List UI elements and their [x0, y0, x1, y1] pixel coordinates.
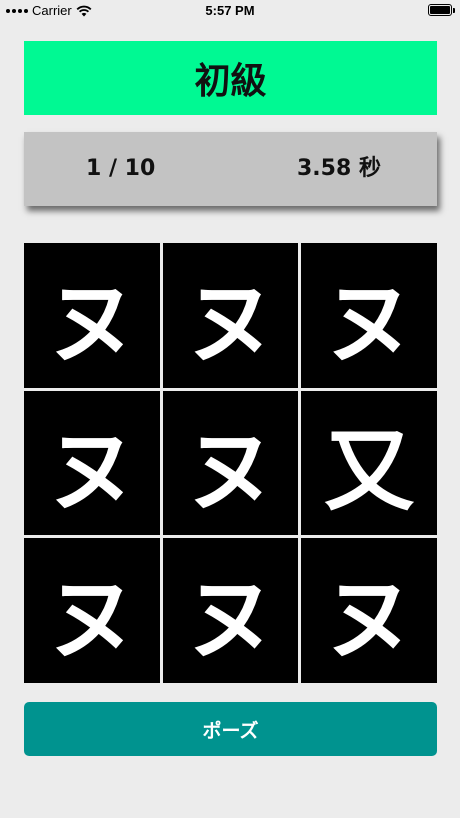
level-banner: 初級	[24, 41, 437, 115]
timer-unit: 秒	[358, 156, 381, 181]
grid-cell[interactable]: 又	[301, 390, 437, 536]
elapsed-timer: 3.58 秒	[297, 132, 381, 206]
level-title: 初級	[194, 61, 267, 102]
grid-cell[interactable]: ヌ	[24, 243, 160, 388]
status-bar: Carrier 5:57 PM	[0, 0, 460, 24]
grid-cell[interactable]: ヌ	[162, 390, 299, 536]
question-progress: 1 / 10	[86, 156, 156, 181]
status-time: 5:57 PM	[205, 3, 255, 18]
game-screen: Carrier 5:57 PM 初級 1 / 10 3.58 秒 ヌ ヌ ヌ ヌ…	[0, 0, 460, 818]
grid-cell[interactable]: ヌ	[24, 538, 160, 683]
battery-fill	[430, 6, 450, 14]
character-grid: ヌ ヌ ヌ ヌ ヌ 又 ヌ ヌ ヌ	[24, 243, 437, 683]
grid-cell[interactable]: ヌ	[162, 243, 299, 388]
battery-icon	[428, 4, 455, 16]
pause-button[interactable]: ポーズ	[24, 702, 437, 756]
grid-cell[interactable]: ヌ	[24, 390, 160, 536]
grid-cell[interactable]: ヌ	[301, 538, 437, 683]
timer-value: 3.58	[297, 156, 352, 181]
grid-cell[interactable]: ヌ	[301, 243, 437, 388]
grid-cell[interactable]: ヌ	[162, 538, 299, 683]
score-card: 1 / 10 3.58 秒	[24, 132, 437, 206]
